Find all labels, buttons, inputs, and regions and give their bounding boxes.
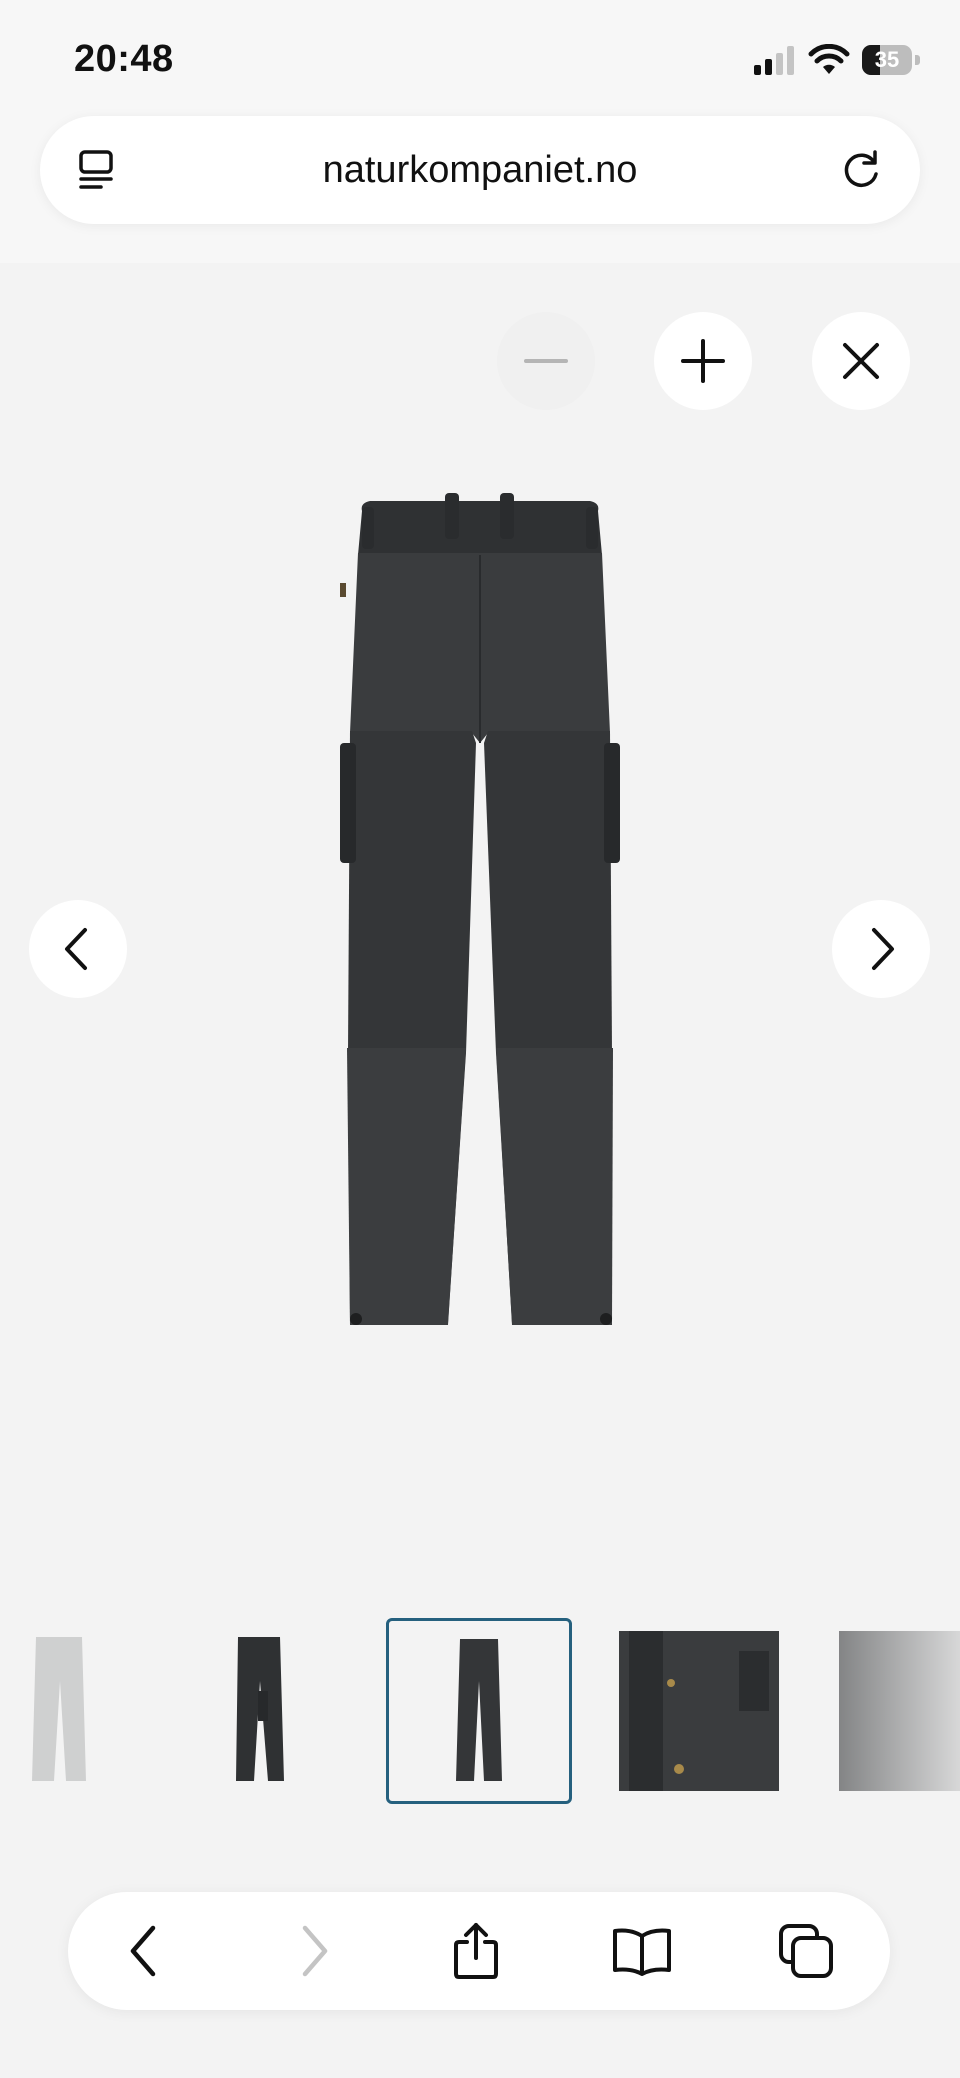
tab-overview-icon[interactable] [74, 146, 122, 194]
reload-icon[interactable] [838, 146, 886, 194]
tabs-icon [779, 1924, 833, 1978]
share-button[interactable] [442, 1917, 510, 1985]
thumbnail-pants-side[interactable] [166, 1618, 352, 1804]
chevron-right-icon [872, 928, 894, 970]
product-image-pants-back[interactable] [320, 493, 640, 1373]
minus-icon [524, 359, 568, 363]
battery-indicator: 35 [862, 45, 920, 75]
forward-button[interactable] [280, 1917, 348, 1985]
thumbnail-pants-front-faded[interactable] [0, 1618, 152, 1804]
thumbnail-image [456, 1639, 502, 1781]
thumbnail-pants-back[interactable] [386, 1618, 572, 1804]
status-time: 20:48 [74, 38, 174, 80]
back-icon [130, 1925, 156, 1977]
wifi-icon [808, 44, 850, 74]
chevron-left-icon [65, 928, 87, 970]
close-viewer-button[interactable] [812, 312, 910, 410]
previous-image-button[interactable] [29, 900, 127, 998]
thumbnail-image [236, 1637, 284, 1781]
bookmarks-icon [613, 1928, 671, 1976]
zoom-out-button[interactable] [497, 312, 595, 410]
browser-toolbar [68, 1892, 890, 2010]
thumbnail-image [619, 1631, 779, 1791]
close-icon [843, 343, 879, 379]
plus-icon [681, 339, 725, 383]
forward-icon [302, 1925, 328, 1977]
bookmarks-button[interactable] [608, 1917, 676, 1985]
cellular-signal-icon [754, 46, 794, 75]
url-text[interactable]: naturkompaniet.no [160, 116, 800, 224]
back-button[interactable] [110, 1917, 178, 1985]
tabs-button[interactable] [772, 1917, 840, 1985]
thumbnail-strip[interactable] [0, 1618, 960, 1814]
status-icons: 35 [752, 40, 920, 80]
battery-percentage: 35 [874, 47, 900, 72]
address-bar[interactable]: naturkompaniet.no [40, 116, 920, 224]
thumbnail-image [839, 1631, 960, 1791]
share-icon [454, 1923, 498, 1979]
thumbnail-image [32, 1637, 86, 1781]
zoom-in-button[interactable] [654, 312, 752, 410]
next-image-button[interactable] [832, 900, 930, 998]
status-bar: 20:48 35 [0, 0, 960, 110]
thumbnail-detail-faded[interactable] [826, 1618, 960, 1804]
thumbnail-pocket-closeup[interactable] [606, 1618, 792, 1804]
